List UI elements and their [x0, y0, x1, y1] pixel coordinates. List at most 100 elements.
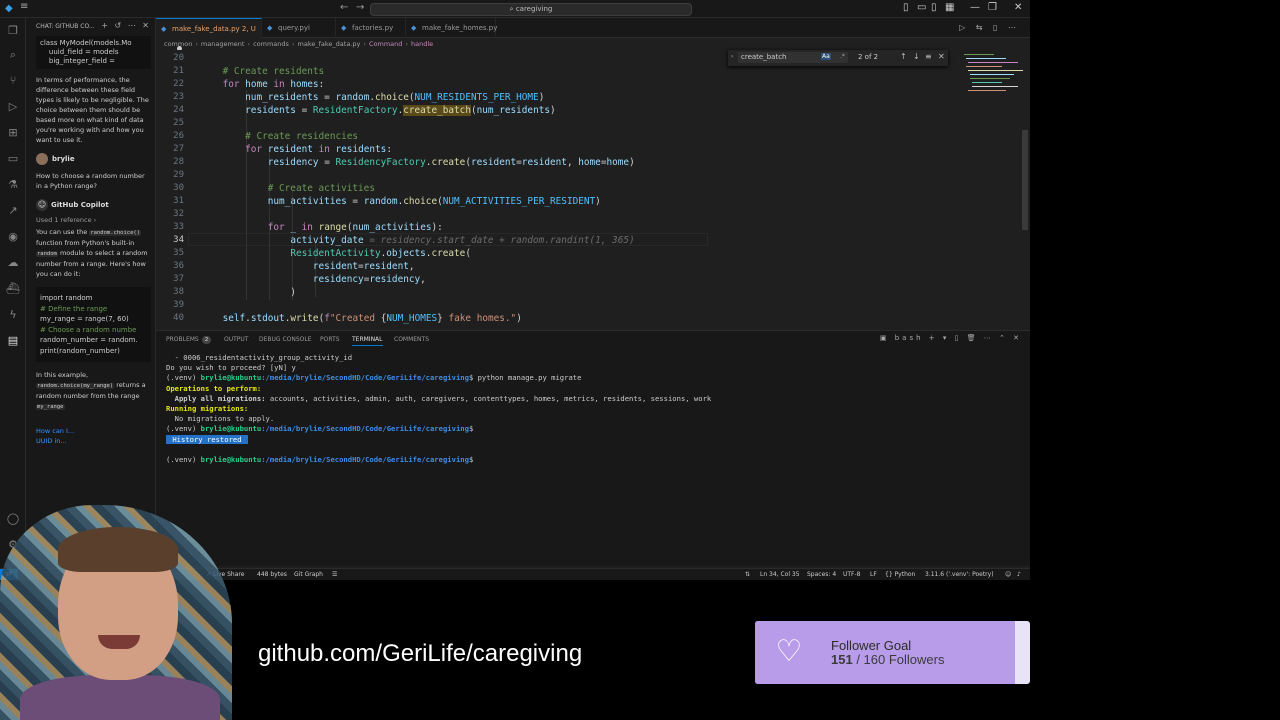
sync-icon[interactable]: ⇅ [745, 569, 750, 580]
explorer-icon[interactable]: ❐ [6, 24, 20, 38]
code-line: residents = ResidentFactory.create_batch… [245, 105, 556, 116]
language-status[interactable]: {} Python [885, 569, 915, 580]
eol-status[interactable]: LF [870, 569, 877, 580]
breadcrumb-item[interactable]: Command [369, 40, 402, 48]
line-number: 29 [173, 170, 184, 180]
toggle-sidebar-icon[interactable]: ▯ [903, 2, 909, 13]
previous-match-icon[interactable]: ↑ [900, 52, 907, 61]
chevron-right-icon[interactable]: › [731, 53, 733, 60]
python-file-icon: ◆ [411, 24, 417, 32]
webcam-person-shirt [20, 675, 220, 720]
extensions-icon[interactable]: ⊞ [6, 126, 20, 140]
terminal-prompt-line: (.venv) brylie@kubuntu:/media/brylie/Sec… [166, 373, 1026, 383]
find-input[interactable]: create_batch [738, 52, 848, 63]
editor-actions[interactable]: ▷ ⇆ ▯ ⋯ [959, 23, 1020, 32]
tab-debug-console[interactable]: DEBUG CONSOLE [259, 334, 312, 346]
match-case-toggle[interactable]: Aa [821, 53, 831, 60]
webcam-overlay [0, 505, 232, 720]
thunder-client-icon[interactable]: ϟ [6, 308, 20, 322]
tab-label: query.pyi [278, 24, 310, 32]
docker-icon[interactable]: ⛴ [6, 282, 20, 296]
follower-goal-count: 151 / 160 Followers [831, 652, 944, 667]
line-number: 20 [173, 53, 184, 63]
copilot-status-icon[interactable]: ☺ [1005, 569, 1011, 580]
regex-toggle[interactable]: .* [840, 53, 845, 60]
minimap[interactable] [960, 50, 1023, 110]
minimize-icon[interactable]: — [970, 2, 980, 13]
tab-terminal[interactable]: TERMINAL [352, 334, 383, 346]
tab-problems[interactable]: PROBLEMS 2 [166, 334, 212, 346]
repo-url-caption: github.com/GeriLife/caregiving [258, 640, 583, 667]
find-in-selection-icon[interactable]: ≡ [925, 52, 932, 61]
chevron-right-icon: › [247, 40, 251, 48]
interpreter-status[interactable]: 3.11.6 ('.venv': Poetry) [925, 569, 994, 580]
terminal-line: Operations to perform: [166, 383, 262, 393]
line-number: 33 [173, 222, 184, 232]
close-window-icon[interactable]: ✕ [1014, 2, 1022, 13]
notifications-bell-icon[interactable]: ♪ [1017, 569, 1021, 580]
code-line: residency=residency, [312, 274, 426, 285]
line-number: 21 [173, 66, 184, 76]
file-size-status[interactable]: 448 bytes [257, 569, 287, 580]
tab-output[interactable]: OUTPUT [224, 334, 248, 346]
breadcrumb-item[interactable]: commands [253, 40, 289, 48]
close-find-icon[interactable]: ✕ [938, 52, 945, 61]
encoding-status[interactable]: UTF-8 [843, 569, 861, 580]
line-number: 24 [173, 105, 184, 115]
code-editor[interactable]: 20 21 22 23 24 25 26 27 28 29 30 31 32 3… [156, 50, 1030, 328]
chat-header-actions[interactable]: + ↺ ⋯ ✕ [101, 21, 151, 30]
copilot-header: ☺ GitHub Copilot [26, 199, 155, 215]
forward-arrow-icon[interactable]: → [356, 2, 364, 13]
breadcrumb-item[interactable]: management [201, 40, 245, 48]
used-reference[interactable]: Used 1 reference › [26, 215, 155, 225]
copilot-ghost-suggestion[interactable]: = residency.start_date + random.randint(… [369, 235, 634, 246]
tab-label: make_fake_data.py 2, U [172, 25, 256, 33]
panel-actions[interactable]: ▣ bash + ▾ ▯ 🗑 ⋯ ⌃ ✕ [880, 334, 1022, 342]
terminal-output[interactable]: - 0006_residentactivity_group_activity_i… [166, 353, 1026, 553]
checklist-icon[interactable]: ☰ [332, 569, 337, 580]
vscode-window: ◆ ≡ ← → ⌕ caregiving ▯ ▭ ▯ ▦ — ❐ ✕ ❐ ⌕ ⑂… [0, 0, 1030, 580]
restore-icon[interactable]: ❐ [988, 2, 997, 13]
terminal-line: Apply all migrations: accounts, activiti… [166, 394, 1026, 404]
back-arrow-icon[interactable]: ← [340, 2, 348, 13]
chat-answer: You can use the random.choice() function… [26, 227, 155, 279]
tab-make-fake-data[interactable]: ◆ make_fake_data.py 2, U [156, 18, 262, 51]
toggle-secondary-icon[interactable]: ▯ [931, 2, 937, 13]
prompt-env: (.venv) [166, 373, 201, 383]
indentation-status[interactable]: Spaces: 4 [807, 569, 836, 580]
breadcrumb-item[interactable]: common [164, 40, 192, 48]
followup-suggestion-2[interactable]: UUID in... [26, 436, 155, 446]
chat-icon[interactable]: ▤ [6, 334, 20, 348]
source-control-icon[interactable]: ⑂ [6, 74, 20, 88]
remote-explorer-icon[interactable]: ▭ [6, 152, 20, 166]
avatar [36, 153, 48, 165]
chat-header: CHAT: GITHUB CO... + ↺ ⋯ ✕ [26, 18, 155, 36]
tab-factories[interactable]: ◆ factories.py [336, 18, 406, 38]
tab-make-fake-homes[interactable]: ◆ make_fake_homes.py [406, 18, 497, 38]
terminal-icon: ▣ [879, 334, 890, 342]
cursor-position-status[interactable]: Ln 34, Col 35 [760, 569, 800, 580]
breadcrumb-item[interactable]: make_fake_data.py [298, 40, 361, 48]
next-match-icon[interactable]: ↓ [913, 52, 920, 61]
git-graph-status[interactable]: Git Graph [294, 569, 323, 580]
testing-icon[interactable]: ⚗ [6, 178, 20, 192]
run-debug-icon[interactable]: ▷ [6, 100, 20, 114]
tab-comments[interactable]: COMMENTS [394, 334, 429, 346]
tab-ports[interactable]: PORTS [320, 334, 340, 346]
prompt-env: (.venv) [166, 424, 201, 434]
followup-suggestion[interactable]: How can I... [26, 426, 155, 436]
prompt-user: brylie@kubuntu [200, 424, 262, 434]
editor-scrollbar[interactable] [1022, 130, 1028, 230]
menu-icon[interactable]: ≡ [20, 1, 28, 12]
live-share-icon[interactable]: ↗ [6, 204, 20, 218]
command-center-search[interactable]: ⌕ caregiving [370, 3, 692, 16]
tab-query-pyi[interactable]: ◆ query.pyi [262, 18, 336, 38]
search-icon[interactable]: ⌕ [6, 48, 20, 62]
toggle-panel-icon[interactable]: ▭ [917, 2, 926, 13]
layout-icon[interactable]: ▦ [945, 2, 954, 13]
copilot-icon[interactable]: ☁ [6, 256, 20, 270]
code-line: # Create residencies [245, 131, 359, 142]
line-number: 35 [173, 248, 184, 258]
git-graph-icon[interactable]: ◉ [6, 230, 20, 244]
breadcrumb-item[interactable]: handle [411, 40, 433, 48]
